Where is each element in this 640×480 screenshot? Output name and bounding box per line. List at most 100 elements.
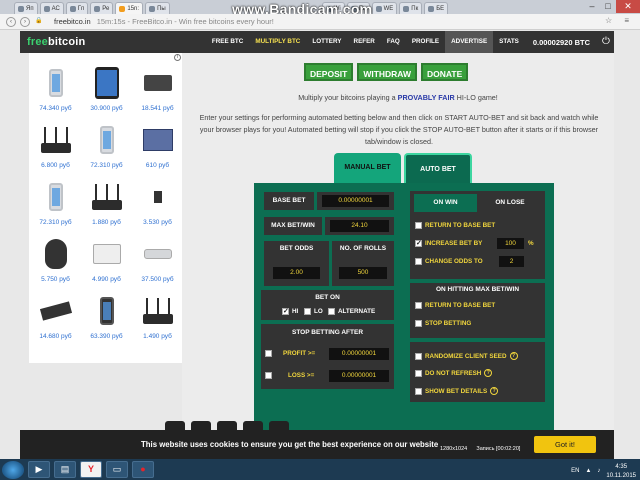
browser-tab-active[interactable]: 15n: xyxy=(115,2,144,14)
profit-input[interactable]: 0.00000001 xyxy=(329,348,389,360)
ad-product[interactable]: 74.340 руб xyxy=(31,56,80,112)
nav-profile[interactable]: PROFILE xyxy=(406,31,445,53)
loss-input[interactable]: 0.00000001 xyxy=(329,370,389,382)
help-icon[interactable]: ? xyxy=(484,369,493,377)
nav-multiply-btc[interactable]: MULTIPLY BTC xyxy=(249,31,306,53)
no-refresh-option[interactable]: DO NOT REFRESH? xyxy=(415,369,493,377)
ad-product[interactable]: 5.750 руб xyxy=(31,227,80,283)
randomize-seed-checkbox[interactable] xyxy=(415,352,422,360)
windows-start-icon[interactable] xyxy=(2,460,24,479)
close-icon[interactable]: ✕ xyxy=(616,0,640,13)
ad-product[interactable]: 6.800 руб xyxy=(31,113,80,169)
rolls-input[interactable]: 500 xyxy=(339,267,387,279)
change-odds-option[interactable]: CHANGE ODDS TO xyxy=(415,258,483,265)
minimize-icon[interactable]: – xyxy=(584,0,600,13)
win-return-base-option[interactable]: RETURN TO BASE BET xyxy=(415,222,495,229)
got-it-button[interactable]: Got it! xyxy=(534,436,596,453)
stop-betting-checkbox[interactable] xyxy=(415,320,422,327)
nav-refer[interactable]: REFER xyxy=(348,31,381,53)
forward-icon[interactable]: › xyxy=(20,17,30,27)
bandicam-record-icon[interactable]: ● xyxy=(132,461,154,478)
no-refresh-checkbox[interactable] xyxy=(415,369,422,377)
browser-tab[interactable]: Ре xyxy=(90,2,114,14)
nav-free-btc[interactable]: FREE BTC xyxy=(206,31,250,53)
browser-tab[interactable]: АС xyxy=(39,2,64,14)
loss-checkbox[interactable] xyxy=(265,372,272,379)
profit-checkbox[interactable] xyxy=(265,350,272,357)
browser-tab[interactable]: БЕ xyxy=(424,2,449,14)
volume-icon[interactable]: ♪ xyxy=(597,468,600,474)
nav-advertise[interactable]: ADVERTISE xyxy=(445,31,494,53)
provably-fair-link[interactable]: PROVABLY FAIR xyxy=(398,93,455,102)
ad-product[interactable]: 63.390 руб xyxy=(82,284,131,340)
show-details-option[interactable]: SHOW BET DETAILS? xyxy=(415,387,499,395)
network-icon[interactable]: ▲ xyxy=(585,468,591,474)
usb-modem-icon xyxy=(142,179,174,215)
win-return-base-checkbox[interactable] xyxy=(415,222,422,229)
browser-tab[interactable]: Яп xyxy=(14,2,38,14)
ad-product[interactable]: 72.310 руб xyxy=(82,113,131,169)
bet-odds-input[interactable]: 2.00 xyxy=(273,267,320,279)
help-icon[interactable]: ? xyxy=(509,352,518,360)
change-odds-checkbox[interactable] xyxy=(415,258,422,265)
ad-product[interactable]: 72.310 руб xyxy=(31,170,80,226)
max-return-base-option[interactable]: RETURN TO BASE BET xyxy=(415,302,495,309)
site-logo[interactable]: freebitcoin xyxy=(20,36,85,48)
alternate-option[interactable]: ALTERNATE xyxy=(328,308,375,315)
nav-stats[interactable]: STATS xyxy=(493,31,525,53)
hi-option[interactable]: HI xyxy=(282,307,298,315)
lo-checkbox[interactable] xyxy=(304,308,311,315)
browser-tab[interactable]: WE xyxy=(371,2,398,14)
increase-bet-input[interactable]: 100 xyxy=(497,238,524,249)
randomize-seed-option[interactable]: RANDOMIZE CLIENT SEED? xyxy=(415,352,518,360)
ad-product[interactable]: 1.490 руб xyxy=(133,284,182,340)
max-bet-input[interactable]: 24.10 xyxy=(330,220,389,232)
yandex-browser-icon[interactable]: Y xyxy=(80,461,102,478)
ad-product[interactable]: 30.900 руб xyxy=(82,56,131,112)
tab-auto-bet[interactable]: AUTO BET xyxy=(404,153,472,183)
media-player-icon[interactable]: ▶ xyxy=(28,461,50,478)
ad-product[interactable]: 1.880 руб xyxy=(82,170,131,226)
ad-product[interactable]: 3.530 руб xyxy=(133,170,182,226)
help-icon[interactable]: ? xyxy=(490,387,499,395)
ad-product[interactable]: 18.541 руб xyxy=(133,56,182,112)
url-text[interactable]: freebitco.in xyxy=(54,17,91,26)
change-odds-input[interactable]: 2 xyxy=(499,256,524,267)
maximize-icon[interactable]: □ xyxy=(600,0,616,13)
alternate-checkbox[interactable] xyxy=(328,308,335,315)
ad-product[interactable]: 610 руб xyxy=(133,113,182,169)
window-icon[interactable]: ▭ xyxy=(106,461,128,478)
browser-tab[interactable]: Пк xyxy=(399,2,423,14)
back-icon[interactable]: ‹ xyxy=(6,17,16,27)
stop-betting-option[interactable]: STOP BETTING xyxy=(415,320,471,327)
power-icon[interactable]: ⏻ xyxy=(598,31,614,53)
hi-checkbox[interactable] xyxy=(282,307,289,315)
clock[interactable]: 4:35 10.11.2015 xyxy=(606,462,636,480)
increase-bet-checkbox[interactable] xyxy=(415,239,422,247)
ad-product[interactable]: 37.500 руб xyxy=(133,227,182,283)
browser-tab[interactable]: Гп xyxy=(65,2,89,14)
max-return-base-checkbox[interactable] xyxy=(415,302,422,309)
tab-manual-bet[interactable]: MANUAL BET xyxy=(334,153,401,183)
browser-tab[interactable]: Пы xyxy=(145,2,170,14)
show-details-checkbox[interactable] xyxy=(415,387,422,395)
ad-product[interactable]: 14.680 руб xyxy=(31,284,80,340)
explorer-icon[interactable]: ▤ xyxy=(54,461,76,478)
nav-faq[interactable]: FAQ xyxy=(381,31,406,53)
base-bet-input[interactable]: 0.00000001 xyxy=(322,195,389,207)
multiply-heading: Multiply your bitcoins playing a PROVABL… xyxy=(298,93,498,102)
cookie-message: This website uses cookies to ensure you … xyxy=(141,440,439,449)
withdraw-button[interactable]: WITHDRAW xyxy=(357,63,417,81)
increase-bet-option[interactable]: INCREASE BET BY xyxy=(415,239,482,247)
tab-on-win[interactable]: ON WIN xyxy=(414,194,477,212)
nav-lottery[interactable]: LOTTERY xyxy=(306,31,347,53)
deposit-button[interactable]: DEPOSIT xyxy=(304,63,354,81)
lo-option[interactable]: LO xyxy=(304,308,323,315)
language-indicator[interactable]: EN xyxy=(571,468,579,474)
donate-button[interactable]: DONATE xyxy=(421,63,469,81)
profit-option[interactable]: PROFIT >= xyxy=(265,350,315,357)
loss-option[interactable]: LOSS >= xyxy=(265,372,314,379)
browser-tools-icon[interactable]: ☆ ≡ xyxy=(605,16,634,25)
tab-on-lose[interactable]: ON LOSE xyxy=(477,194,543,212)
ad-product[interactable]: 4.990 руб xyxy=(82,227,131,283)
